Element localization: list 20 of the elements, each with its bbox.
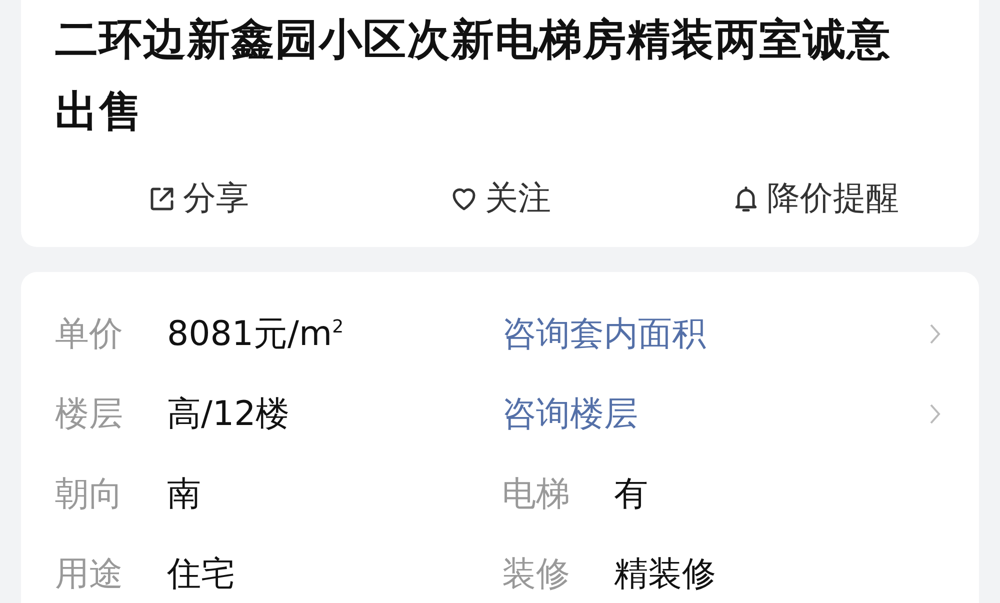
field-value: 8081元/m$^{2}$ [167, 313, 344, 356]
field-value: 精装修 [614, 553, 716, 596]
field-value: 有 [614, 473, 648, 516]
field-label: 单价 [55, 313, 124, 356]
field-value: 南 [167, 473, 201, 516]
share-button[interactable]: 分享 [147, 172, 249, 225]
inquiry-link[interactable]: 咨询套内面积 [502, 311, 929, 357]
follow-button[interactable]: 关注 [448, 172, 551, 225]
field-label: 电梯 [502, 473, 571, 516]
field-label: 楼层 [55, 393, 124, 436]
listing-title: 二环边新鑫园小区次新电梯房精装两室诚意出售 [55, 14, 892, 139]
alert-button[interactable]: 降价提醒 [730, 172, 899, 225]
inquiry-link[interactable]: 咨询楼层 [502, 391, 929, 437]
field-value: 住宅 [167, 553, 235, 596]
chevron-right-icon [929, 322, 941, 346]
field-label: 装修 [502, 553, 571, 596]
chevron-right-icon [929, 402, 941, 426]
field-label: 用途 [55, 553, 124, 596]
field-label: 朝向 [55, 473, 124, 516]
field-value: 高/12楼 [167, 393, 290, 436]
